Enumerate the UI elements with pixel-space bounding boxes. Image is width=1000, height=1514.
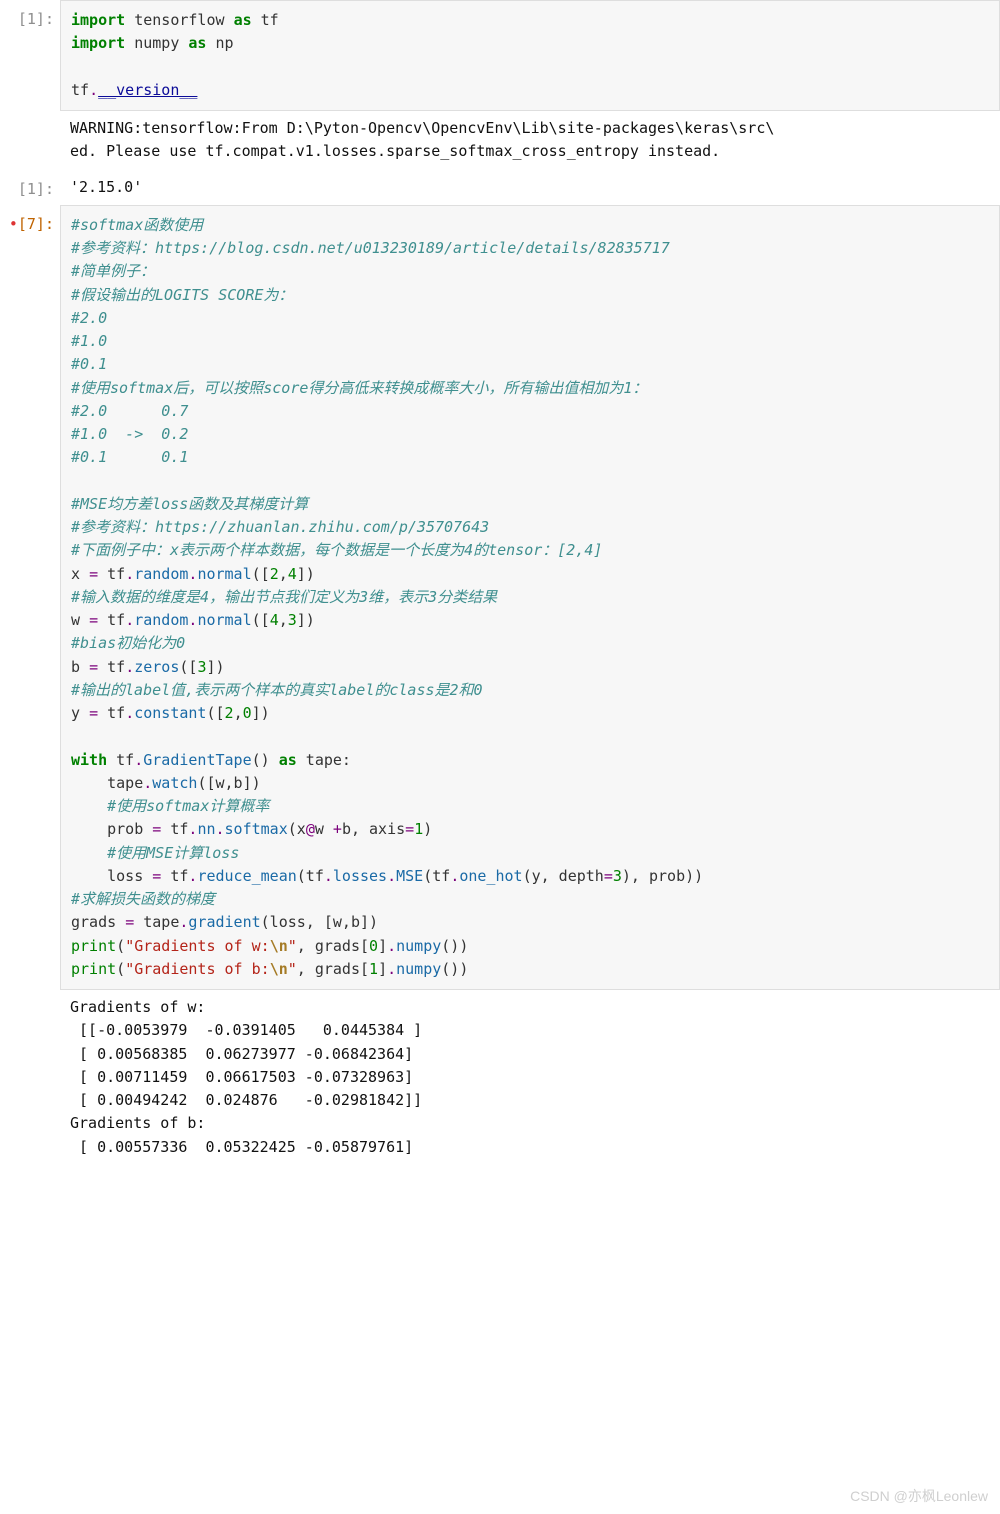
prompt-in-1: [1]: bbox=[0, 0, 60, 31]
code-area-2[interactable]: #softmax函数使用 #参考资料：https://blog.csdn.net… bbox=[60, 205, 1000, 990]
kw-import: import bbox=[71, 11, 125, 29]
prompt-empty-1 bbox=[0, 111, 60, 119]
prompt-out-1: [1]: bbox=[0, 170, 60, 201]
prompt-empty-2 bbox=[0, 990, 60, 998]
output-value-1: [1]: '2.15.0' bbox=[0, 170, 1000, 205]
version-output: '2.15.0' bbox=[60, 170, 1000, 205]
warning-text: WARNING:tensorflow:From D:\Pyton-Opencv\… bbox=[60, 111, 1000, 170]
output-warning: WARNING:tensorflow:From D:\Pyton-Opencv\… bbox=[0, 111, 1000, 170]
output-gradients: Gradients of w: [[-0.0053979 -0.0391405 … bbox=[0, 990, 1000, 1165]
code-cell-1: [1]: import tensorflow as tf import nump… bbox=[0, 0, 1000, 111]
watermark: CSDN @亦枫Leonlew bbox=[850, 1486, 988, 1508]
code-cell-2: •[7]: #softmax函数使用 #参考资料：https://blog.cs… bbox=[0, 205, 1000, 990]
gradients-text: Gradients of w: [[-0.0053979 -0.0391405 … bbox=[60, 990, 1000, 1165]
modified-dot-icon: • bbox=[9, 215, 18, 233]
code-area-1[interactable]: import tensorflow as tf import numpy as … bbox=[60, 0, 1000, 111]
prompt-in-7: •[7]: bbox=[0, 205, 60, 236]
dunder-version: __version__ bbox=[98, 81, 197, 99]
